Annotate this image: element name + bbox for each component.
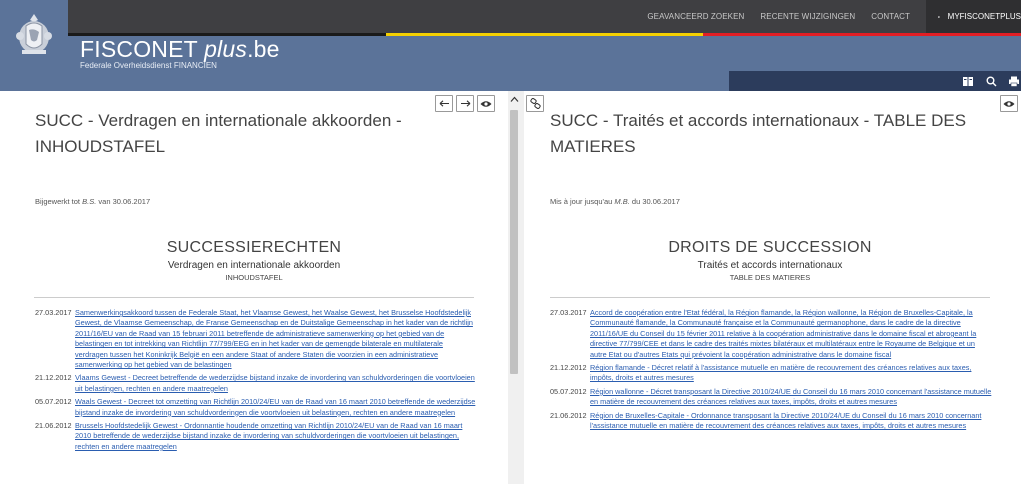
- list-item: 21.06.2012 Région de Bruxelles-Capitale …: [550, 411, 992, 432]
- entry-date: 27.03.2017: [35, 308, 72, 317]
- section-subsubheading: TABLE DES MATIERES: [729, 273, 811, 282]
- section-heading: DROITS DE SUCCESSION: [668, 239, 872, 256]
- chevron-up-icon[interactable]: [510, 96, 519, 103]
- scrollbar-thumb[interactable]: [510, 110, 518, 374]
- entry-date: 21.06.2012: [550, 410, 587, 420]
- list-item: 27.03.2017 Samenwerkingsakkoord tussen d…: [35, 308, 477, 370]
- print-icon[interactable]: [1009, 76, 1019, 87]
- section-subsubheading: INHOUDSTAFEL: [225, 273, 283, 282]
- sync-link-button[interactable]: [526, 95, 544, 112]
- entry-date: 27.03.2017: [550, 308, 587, 317]
- belgian-coat-of-arms-logo[interactable]: [0, 0, 68, 69]
- list-item: 21.12.2012 Vlaams Gewest - Decreet betre…: [35, 373, 477, 394]
- eye-icon: [1003, 100, 1015, 107]
- app-window: FISCONET plus.be Federale Overheidsdiens…: [0, 0, 1021, 484]
- search-icon[interactable]: [986, 76, 997, 87]
- entry-date: 21.12.2012: [550, 363, 587, 373]
- entry-link[interactable]: Région de Bruxelles-Capitale - Ordonnanc…: [590, 411, 992, 432]
- nav-recent-changes[interactable]: RECENTE WIJZIGINGEN: [760, 12, 855, 21]
- list-item: 05.07.2012 Région wallonne - Décret tran…: [550, 387, 992, 408]
- entry-link[interactable]: Brussels Hoofdstedelijk Gewest - Ordonna…: [75, 421, 477, 452]
- view-button[interactable]: [477, 95, 495, 112]
- right-toolbar: [1000, 95, 1018, 112]
- entry-link[interactable]: Waals Gewest - Decreet tot omzetting van…: [75, 397, 477, 418]
- list-item: 27.03.2017 Accord de coopération entre l…: [550, 308, 992, 360]
- entry-date: 21.12.2012: [35, 373, 72, 383]
- list-item: 21.12.2012 Région flamande - Décret rela…: [550, 363, 992, 384]
- nav-contact[interactable]: CONTACT: [871, 12, 910, 21]
- eye-icon: [480, 100, 492, 107]
- toc-list: 27.03.2017 Samenwerkingsakkoord tussen d…: [35, 308, 477, 455]
- left-document-pane: SUCC - Verdragen en internationale akkoo…: [0, 91, 508, 484]
- arrow-left-icon: [439, 100, 449, 107]
- entry-date: 21.06.2012: [35, 421, 72, 431]
- nav-advanced-search[interactable]: GEAVANCEERD ZOEKEN: [647, 12, 744, 21]
- divider: [34, 297, 474, 298]
- toc-list: 27.03.2017 Accord de coopération entre l…: [550, 308, 992, 434]
- site-brand[interactable]: FISCONET plus.be Federale Overheidsdiens…: [80, 36, 280, 70]
- right-document-pane: SUCC - Traités et accords internationaux…: [524, 91, 1021, 484]
- entry-link[interactable]: Samenwerkingsakkoord tussen de Federale …: [75, 308, 477, 370]
- updated-note: Mis à jour jusqu'au M.B. du 30.06.2017: [550, 197, 680, 206]
- arrow-right-icon: [460, 100, 470, 107]
- section-heading-block: DROITS DE SUCCESSION Traités et accords …: [550, 239, 990, 282]
- document-title: SUCC - Traités et accords internationaux…: [550, 111, 967, 156]
- entry-link[interactable]: Vlaams Gewest - Decreet betreffende de w…: [75, 373, 477, 394]
- section-heading-block: SUCCESSIERECHTEN Verdragen en internatio…: [34, 239, 474, 282]
- next-button[interactable]: [456, 95, 474, 112]
- link-icon: [529, 98, 541, 109]
- user-icon: [938, 15, 940, 18]
- section-subheading: Traités et accords internationaux: [697, 260, 843, 271]
- site-header: FISCONET plus.be Federale Overheidsdiens…: [0, 0, 1021, 91]
- entry-link[interactable]: Accord de coopération entre l'Etat fédér…: [590, 308, 992, 360]
- top-nav: GEAVANCEERD ZOEKEN RECENTE WIJZIGINGEN C…: [647, 0, 1021, 33]
- section-heading: SUCCESSIERECHTEN: [166, 239, 342, 256]
- user-label: MYFISCONETPLUS: [947, 12, 1021, 21]
- document-title: SUCC - Verdragen en internationale akkoo…: [35, 111, 402, 156]
- sync-toolbar: [526, 95, 544, 112]
- list-item: 21.06.2012 Brussels Hoofdstedelijk Gewes…: [35, 421, 477, 452]
- list-item: 05.07.2012 Waals Gewest - Decreet tot om…: [35, 397, 477, 418]
- left-toolbar: [435, 95, 495, 112]
- view-button[interactable]: [1000, 95, 1018, 112]
- entry-link[interactable]: Région flamande - Décret relatif à l'ass…: [590, 363, 992, 384]
- previous-button[interactable]: [435, 95, 453, 112]
- user-menu[interactable]: MYFISCONETPLUS: [926, 0, 1021, 33]
- updated-note: Bijgewerkt tot B.S. van 30.06.2017: [35, 197, 151, 206]
- search-bar[interactable]: [729, 71, 1021, 91]
- book-icon[interactable]: [962, 76, 974, 87]
- entry-date: 05.07.2012: [550, 386, 587, 396]
- entry-link[interactable]: Région wallonne - Décret transposant la …: [590, 387, 992, 408]
- brand-title: FISCONET plus.be: [80, 36, 280, 62]
- section-subheading: Verdragen en internationale akkoorden: [167, 260, 341, 271]
- divider: [550, 297, 990, 298]
- entry-date: 05.07.2012: [35, 397, 72, 407]
